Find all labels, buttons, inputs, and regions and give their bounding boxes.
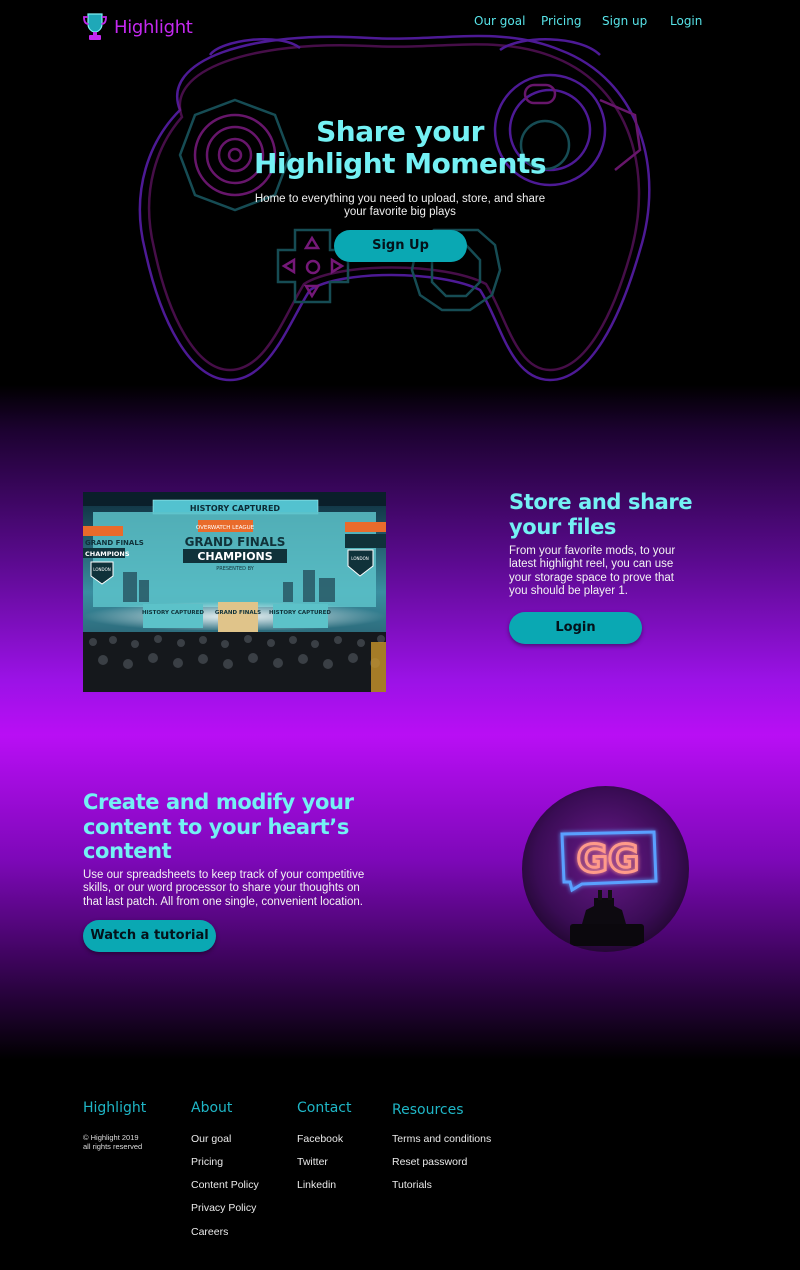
- footer-link-tutorials[interactable]: Tutorials: [392, 1179, 432, 1191]
- photo-banner: HISTORY CAPTURED: [190, 504, 280, 513]
- gg-sign-text: GG: [577, 837, 639, 881]
- photo-line2: CHAMPIONS: [197, 550, 272, 563]
- footer-link-reset-password[interactable]: Reset password: [392, 1156, 467, 1168]
- create-text: Use our spreadsheets to keep track of yo…: [83, 869, 393, 909]
- hero-subtitle-line: Home to everything you need to upload, s…: [254, 193, 546, 205]
- footer-link-our-goal[interactable]: Our goal: [191, 1133, 231, 1145]
- esports-arena-photo: HISTORY CAPTURED OVERWATCH LEAGUE GRAND …: [83, 492, 386, 692]
- hero-title-line: Highlight Moments: [253, 147, 547, 180]
- nav-our-goal[interactable]: Our goal: [474, 14, 525, 28]
- footer-heading-resources: Resources: [392, 1102, 464, 1118]
- create-text-line: that last patch. All from one single, co…: [83, 895, 363, 908]
- nav-pricing[interactable]: Pricing: [541, 14, 581, 28]
- photo-stage-left: HISTORY CAPTURED: [142, 610, 204, 616]
- photo-side-left-1: GRAND FINALS: [85, 539, 144, 547]
- create-text-line: skills, or our word processor to share y…: [83, 882, 360, 895]
- photo-side-left-2: CHAMPIONS: [85, 550, 130, 558]
- brand-name: Highlight: [114, 16, 193, 38]
- photo-stage-right: HISTORY CAPTURED: [269, 610, 331, 616]
- footer-link-content-policy[interactable]: Content Policy: [191, 1179, 259, 1191]
- photo-team-left: LONDON: [93, 567, 110, 572]
- footer-link-careers[interactable]: Careers: [191, 1226, 228, 1238]
- store-title-line: your files: [509, 514, 617, 539]
- photo-line3: PRESENTED BY: [216, 566, 255, 572]
- store-text-line: From your favorite mods, to your: [509, 545, 676, 557]
- photo-league: OVERWATCH LEAGUE: [196, 525, 255, 531]
- footer-heading-about: About: [191, 1100, 233, 1116]
- store-text: From your favorite mods, to your latest …: [509, 545, 709, 598]
- store-text-line: your storage space to prove that: [509, 571, 674, 584]
- hero-subtitle-line: your favorite big plays: [344, 206, 456, 218]
- footer-link-facebook[interactable]: Facebook: [297, 1133, 343, 1145]
- footer-link-pricing[interactable]: Pricing: [191, 1156, 223, 1168]
- create-title-line: content to your heart’s: [83, 814, 349, 839]
- gg-neon-sign-image: GG: [522, 786, 689, 952]
- hero-subtitle: Home to everything you need to upload, s…: [240, 193, 560, 219]
- nav-login[interactable]: Login: [670, 14, 702, 28]
- copyright-line: © Highlight 2019: [83, 1133, 139, 1142]
- footer-link-linkedin[interactable]: Linkedin: [297, 1179, 336, 1191]
- create-title-line: content: [83, 839, 172, 863]
- create-text-line: Use our spreadsheets to keep track of yo…: [83, 869, 365, 881]
- footer-copyright: © Highlight 2019 all rights reserved: [83, 1133, 142, 1151]
- hero-title: Share your Highlight Moments: [0, 116, 800, 180]
- store-text-line: you should be player 1.: [509, 584, 628, 597]
- trophy-icon: [83, 13, 107, 40]
- store-text-line: latest highlight reel, you can use: [509, 558, 674, 571]
- photo-stage-mid: GRAND FINALS: [215, 610, 261, 616]
- create-title: Create and modify your content to your h…: [83, 790, 354, 864]
- hero-title-line: Share your: [316, 115, 484, 148]
- footer-link-terms[interactable]: Terms and conditions: [392, 1133, 491, 1145]
- brand-logo[interactable]: Highlight: [82, 12, 193, 42]
- footer-heading-contact: Contact: [297, 1100, 352, 1116]
- footer-brand[interactable]: Highlight: [83, 1100, 146, 1116]
- nav-sign-up[interactable]: Sign up: [602, 14, 647, 28]
- create-title-line: Create and modify your: [83, 790, 354, 814]
- footer-link-privacy-policy[interactable]: Privacy Policy: [191, 1202, 256, 1214]
- photo-team-right: LONDON: [351, 556, 368, 561]
- watch-tutorial-button[interactable]: Watch a tutorial: [83, 920, 216, 952]
- photo-line1: GRAND FINALS: [185, 535, 286, 549]
- store-title-line: Store and share: [509, 490, 693, 514]
- footer-link-twitter[interactable]: Twitter: [297, 1156, 328, 1168]
- store-title: Store and share your files: [509, 490, 693, 539]
- login-button[interactable]: Login: [509, 612, 642, 644]
- copyright-line: all rights reserved: [83, 1142, 143, 1151]
- sign-up-button[interactable]: Sign Up: [334, 230, 467, 262]
